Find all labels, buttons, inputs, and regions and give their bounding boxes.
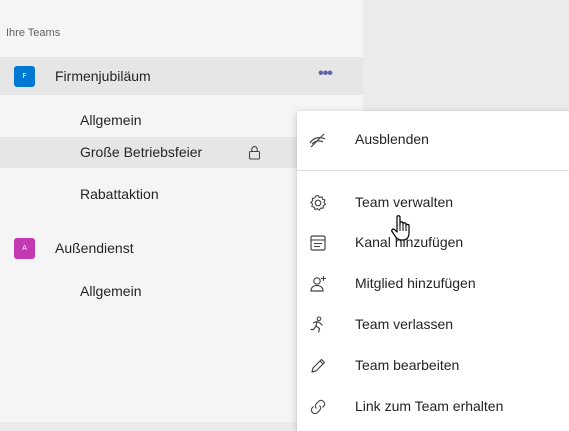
link-icon <box>310 399 326 415</box>
menu-item-kanal-hinzufuegen[interactable]: Kanal hinzufügen <box>297 223 569 263</box>
channel-label: Allgemein <box>80 283 142 299</box>
team-name: Firmenjubiläum <box>55 68 151 84</box>
gear-icon <box>310 194 327 211</box>
channel-label: Rabattaktion <box>80 186 159 202</box>
menu-item-link-zum-team[interactable]: Link zum Team erhalten <box>297 387 569 427</box>
menu-item-team-bearbeiten[interactable]: Team bearbeiten <box>297 346 569 386</box>
team-avatar: F <box>14 66 35 87</box>
add-member-icon <box>310 276 326 292</box>
section-title: Ihre Teams <box>6 27 61 39</box>
add-channel-icon <box>310 235 326 251</box>
team-avatar: A <box>14 238 35 259</box>
menu-item-label: Link zum Team erhalten <box>355 398 504 414</box>
menu-divider <box>297 170 569 171</box>
channel-label: Große Betriebsfeier <box>80 144 203 160</box>
hide-icon <box>309 133 326 148</box>
team-context-menu: Ausblenden Team verwalten Kanal hinzufüg… <box>297 111 569 431</box>
menu-item-team-verwalten[interactable]: Team verwalten <box>297 183 569 223</box>
team-row-firmenjubilaeum[interactable]: F Firmenjubiläum ••• <box>0 57 363 95</box>
team-name: Außendienst <box>55 240 134 256</box>
hand-cursor-icon <box>391 215 410 241</box>
menu-item-team-verlassen[interactable]: Team verlassen <box>297 305 569 345</box>
channel-label: Allgemein <box>80 112 142 128</box>
more-options-button[interactable]: ••• <box>311 62 339 88</box>
menu-item-label: Ausblenden <box>355 131 429 147</box>
menu-item-label: Team verwalten <box>355 194 454 210</box>
menu-item-label: Team bearbeiten <box>355 357 460 373</box>
menu-item-mitglied-hinzufuegen[interactable]: Mitglied hinzufügen <box>297 264 569 304</box>
lock-icon <box>248 146 261 160</box>
menu-item-label: Team verlassen <box>355 316 454 332</box>
menu-item-ausblenden[interactable]: Ausblenden <box>297 120 569 160</box>
leave-team-icon <box>310 316 323 333</box>
pencil-icon <box>311 358 326 373</box>
menu-item-label: Mitglied hinzufügen <box>355 275 476 291</box>
